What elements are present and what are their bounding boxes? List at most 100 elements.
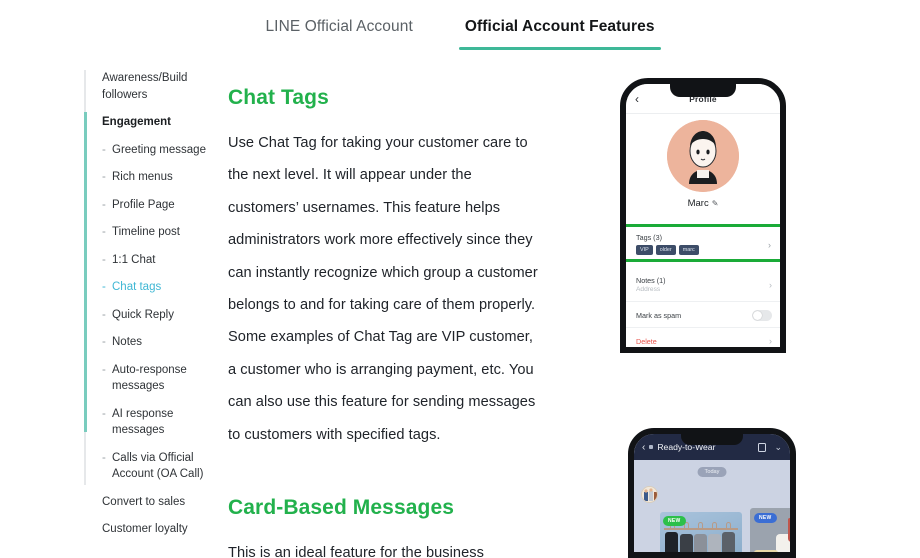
- sidebar-item-label: Convert to sales: [102, 495, 186, 508]
- bullet-dash-icon: -: [102, 143, 106, 156]
- new-badge: NEW: [754, 513, 777, 523]
- bullet-dash-icon: -: [102, 451, 106, 464]
- notes-row-subtitle: Address: [636, 286, 661, 293]
- back-chevron-icon[interactable]: ‹: [635, 92, 639, 106]
- phone-notch: [681, 434, 743, 445]
- sidebar-item-chat-tags[interactable]: - Chat tags: [102, 279, 214, 296]
- sidebar-list: Awareness/Build followers Engagement - G…: [102, 70, 214, 549]
- tag-chip[interactable]: VIP: [636, 245, 653, 256]
- sidebar-item-label: Notes: [112, 336, 143, 348]
- bullet-dash-icon: -: [102, 171, 106, 183]
- sidebar-item-ai-response-messages[interactable]: - AI response messages: [102, 406, 214, 439]
- garment: [722, 532, 735, 552]
- sidebar-rail-active: [84, 112, 87, 432]
- edit-pencil-icon[interactable]: ✎: [712, 199, 719, 208]
- tab-label: Official Account Features: [464, 18, 655, 35]
- sidebar-item-calls-via-official-account[interactable]: - Calls via Official Account (OA Call): [102, 450, 214, 483]
- mark-as-spam-row[interactable]: Mark as spam: [626, 302, 780, 328]
- garment: [708, 534, 721, 552]
- chevron-down-icon[interactable]: ⌄: [774, 442, 782, 453]
- garment-accent: [788, 518, 790, 542]
- page-root: LINE Official Account Official Account F…: [0, 0, 920, 558]
- chevron-right-icon: ›: [769, 280, 772, 290]
- section-paragraph-card-based-messages: This is an ideal feature for the busines…: [228, 545, 484, 558]
- sidebar-item-label: Auto-response messages: [112, 363, 187, 393]
- mark-as-spam-label: Mark as spam: [636, 311, 682, 320]
- delete-label: Delete: [636, 337, 657, 346]
- sidebar-item-label: Profile Page: [112, 198, 175, 211]
- tag-chip[interactable]: older: [655, 245, 676, 256]
- bullet-dash-icon: -: [102, 363, 106, 376]
- status-square-icon: [649, 445, 654, 449]
- new-badge: NEW: [663, 516, 686, 526]
- sidebar: Awareness/Build followers Engagement - G…: [84, 70, 212, 535]
- sidebar-item-label: Quick Reply: [112, 308, 174, 321]
- sidebar-item-customer-loyalty[interactable]: Customer loyalty: [102, 521, 214, 538]
- garment-shirt: [754, 550, 778, 552]
- sidebar-item-label: 1:1 Chat: [112, 253, 156, 266]
- date-pill: Today: [697, 467, 727, 477]
- section-heading-card-based-messages: Card-Based Messages: [228, 496, 454, 520]
- tab-line-official-account[interactable]: LINE Official Account: [261, 6, 416, 50]
- bullet-dash-icon: -: [102, 281, 106, 293]
- bullet-dash-icon: -: [102, 198, 106, 211]
- sidebar-item-one-to-one-chat[interactable]: - 1:1 Chat: [102, 252, 214, 269]
- sidebar-item-convert-to-sales[interactable]: Convert to sales: [102, 494, 214, 511]
- tags-row-label: Tags (3): [636, 233, 662, 242]
- sidebar-item-awareness[interactable]: Awareness/Build followers: [102, 70, 214, 103]
- sidebar-item-timeline-post[interactable]: - Timeline post: [102, 224, 214, 241]
- spam-toggle-switch[interactable]: [752, 310, 772, 321]
- bullet-dash-icon: -: [102, 226, 106, 238]
- profile-user-name: Marc: [687, 198, 709, 209]
- sidebar-item-label: Engagement: [102, 116, 172, 128]
- sidebar-item-label: Timeline post: [112, 226, 180, 238]
- hanger-hook-icon: [698, 522, 703, 529]
- sidebar-item-engagement[interactable]: Engagement: [102, 114, 214, 131]
- sidebar-item-greeting-message[interactable]: - Greeting message: [102, 142, 214, 159]
- sidebar-item-label: Calls via Official Account (OA Call): [112, 451, 204, 481]
- sidebar-item-quick-reply[interactable]: - Quick Reply: [102, 307, 214, 324]
- sidebar-item-label: Awareness/Build followers: [102, 72, 188, 101]
- phone-mockup-chat: ‹ Ready-to-Wear ⌄ Today NEW NEW: [628, 428, 796, 558]
- hanger-hook-icon: [726, 522, 731, 529]
- tags-row-highlighted[interactable]: Tags (3) VIP older marc ›: [626, 224, 780, 262]
- garment: [665, 532, 678, 552]
- sidebar-item-profile-page[interactable]: - Profile Page: [102, 197, 214, 214]
- bullet-dash-icon: -: [102, 308, 106, 321]
- tab-official-account-features[interactable]: Official Account Features: [458, 6, 661, 50]
- notes-row[interactable]: Notes (1) Address ›: [626, 270, 780, 302]
- card-message-left[interactable]: NEW: [660, 512, 742, 552]
- chat-avatar: [641, 486, 658, 503]
- bullet-dash-icon: -: [102, 407, 106, 420]
- profile-avatar-block: Marc ✎: [626, 120, 780, 209]
- sidebar-item-label: AI response messages: [112, 407, 174, 437]
- tag-chip[interactable]: marc: [678, 245, 699, 256]
- tag-chip-list: VIP older marc: [636, 245, 699, 256]
- section-heading-chat-tags: Chat Tags: [228, 86, 329, 109]
- sidebar-item-rich-menus[interactable]: - Rich menus: [102, 169, 214, 186]
- bullet-dash-icon: -: [102, 253, 106, 266]
- chevron-right-icon: ›: [769, 336, 772, 346]
- phone-mockup-profile: ‹ Profile Marc ✎ Tags (3) VIP older marc…: [620, 78, 786, 353]
- section-paragraph-chat-tags: Use Chat Tag for taking your customer ca…: [228, 135, 538, 443]
- card-message-right[interactable]: NEW: [750, 508, 790, 552]
- tab-bar: LINE Official Account Official Account F…: [0, 0, 920, 56]
- notes-row-label: Notes (1): [636, 276, 666, 285]
- garment-dress: [776, 534, 790, 552]
- garment: [694, 534, 707, 552]
- article-content: Chat Tags Use Chat Tag for taking your c…: [228, 86, 538, 558]
- garment: [680, 534, 693, 552]
- sidebar-item-label: Greeting message: [112, 143, 206, 156]
- chat-body: Today NEW NEW: [634, 460, 790, 552]
- sidebar-item-notes[interactable]: - Notes: [102, 334, 214, 351]
- sidebar-item-auto-response-messages[interactable]: - Auto-response messages: [102, 362, 214, 395]
- delete-row[interactable]: Delete ›: [626, 328, 780, 347]
- sidebar-item-label: Customer loyalty: [102, 523, 188, 535]
- notes-document-icon[interactable]: [758, 442, 767, 452]
- sidebar-item-label: Rich menus: [112, 171, 173, 183]
- phone-notch: [670, 84, 736, 97]
- profile-name-row: Marc ✎: [626, 198, 780, 209]
- chevron-right-icon: ›: [768, 240, 771, 250]
- avatar: [667, 120, 739, 192]
- back-chevron-icon[interactable]: ‹: [642, 442, 645, 453]
